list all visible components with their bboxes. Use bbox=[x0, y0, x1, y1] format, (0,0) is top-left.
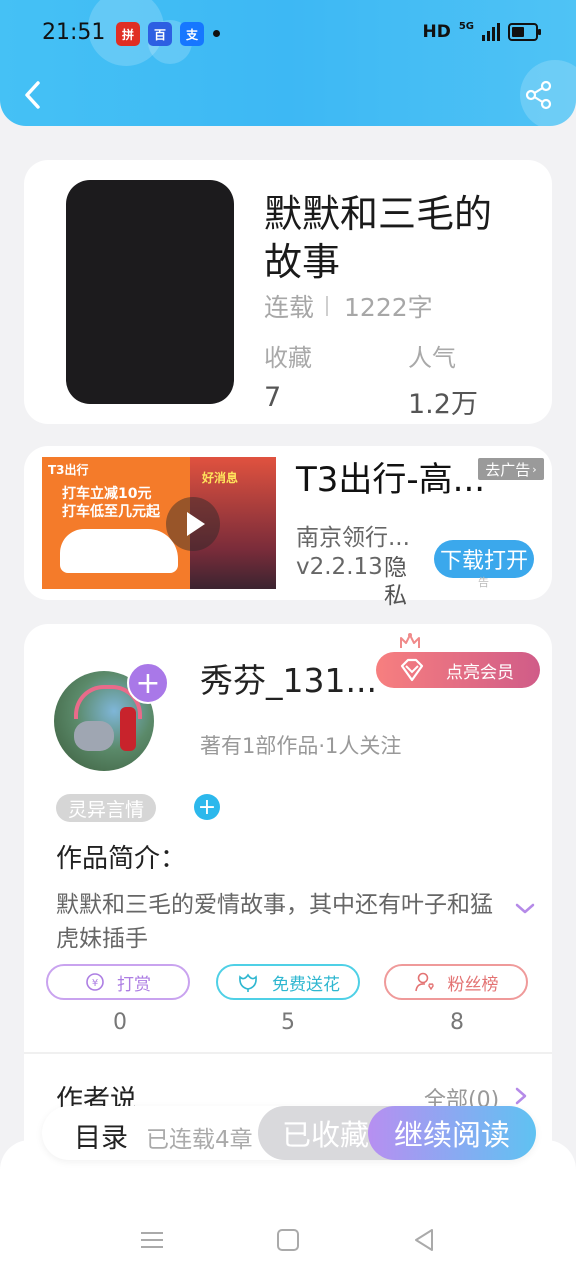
popularity-label: 人气 bbox=[408, 344, 456, 372]
ad-title[interactable]: T3出行-高... bbox=[296, 452, 485, 501]
send-flower-button[interactable]: 免费送花 bbox=[216, 964, 360, 1000]
flower-icon bbox=[239, 973, 257, 992]
alipay-app-icon: 支 bbox=[180, 22, 204, 46]
book-cover[interactable] bbox=[66, 180, 234, 404]
back-nav-icon[interactable] bbox=[410, 1226, 438, 1254]
popularity-value: 1.2万 bbox=[408, 389, 478, 420]
remove-ad-label: 去广告 bbox=[485, 460, 531, 479]
chevron-down-icon[interactable] bbox=[512, 898, 538, 918]
status-right: HD 5G bbox=[422, 21, 541, 42]
fan-user-icon bbox=[414, 972, 434, 992]
status-app-icons: 拼 百 支 bbox=[116, 22, 204, 46]
hd-indicator: HD bbox=[422, 22, 451, 42]
ad-news: 好消息 bbox=[202, 471, 239, 485]
intro-label: 作品简介： bbox=[56, 844, 187, 874]
remove-ad-button[interactable]: 去广告 › bbox=[478, 458, 544, 480]
favorites-value: 7 bbox=[264, 382, 282, 413]
genre-tag[interactable]: 灵异言情 bbox=[56, 794, 157, 822]
book-title: 默默和三毛的故事 bbox=[264, 192, 493, 284]
header bbox=[0, 0, 576, 126]
tip-button[interactable]: ¥ 打赏 bbox=[46, 964, 190, 1000]
add-tag-button[interactable]: + bbox=[194, 794, 220, 820]
author-stats: 著有1部作品·1人关注 bbox=[200, 734, 402, 758]
share-icon[interactable] bbox=[524, 80, 554, 110]
ad-promo-line2: 打车低至几元起 bbox=[62, 504, 160, 520]
ad-company: 南京领行... bbox=[296, 525, 410, 551]
back-icon[interactable] bbox=[18, 78, 48, 112]
car-image bbox=[60, 529, 178, 573]
ad-version: v2.2.13 bbox=[296, 554, 383, 580]
diamond-icon bbox=[400, 658, 424, 682]
continue-reading-button[interactable]: 继续阅读 bbox=[368, 1106, 536, 1160]
menu-icon[interactable] bbox=[138, 1226, 166, 1254]
ad-label-small: 告 bbox=[478, 576, 489, 589]
chevron-right-icon: › bbox=[532, 462, 537, 476]
signal-icon bbox=[482, 23, 500, 41]
author-name[interactable]: 秀芬_131... bbox=[200, 654, 377, 702]
chevron-right-icon[interactable] bbox=[514, 1086, 528, 1106]
tip-label: 打赏 bbox=[117, 974, 151, 995]
avatar-person bbox=[120, 707, 136, 751]
send-flower-label: 免费送花 bbox=[272, 974, 340, 995]
home-icon[interactable] bbox=[274, 1226, 302, 1254]
fan-rank-button[interactable]: 粉丝榜 bbox=[384, 964, 528, 1000]
serial-status: 连载 bbox=[264, 293, 315, 322]
status-time: 21:51 bbox=[42, 20, 106, 45]
svg-text:¥: ¥ bbox=[92, 978, 98, 989]
divider bbox=[326, 296, 329, 316]
ad-video-thumbnail[interactable]: T3出行 打车立减10元 打车低至几元起 好消息 bbox=[42, 457, 276, 589]
follow-plus-button[interactable]: + bbox=[127, 662, 169, 704]
play-icon[interactable] bbox=[166, 497, 220, 551]
intro-text: 默默和三毛的爱情故事，其中还有叶子和猛虎妹插手 bbox=[56, 892, 493, 952]
word-count: 1222字 bbox=[344, 293, 433, 322]
table-of-contents-button[interactable]: 目录 bbox=[74, 1116, 128, 1155]
ad-privacy-link[interactable]: 隐私 bbox=[384, 554, 410, 610]
system-nav-area bbox=[0, 1140, 576, 1280]
serial-chapter-status: 已连载4章 bbox=[146, 1127, 253, 1153]
favorites-label: 收藏 bbox=[264, 344, 312, 372]
baidu-app-icon: 百 bbox=[148, 22, 172, 46]
avatar-figure bbox=[74, 721, 114, 751]
fan-count: 8 bbox=[450, 1010, 464, 1035]
battery-icon bbox=[508, 23, 541, 41]
crown-icon bbox=[400, 633, 420, 648]
ad-download-button[interactable]: 下载打开 bbox=[434, 540, 534, 578]
yuan-coin-icon: ¥ bbox=[86, 973, 104, 991]
tip-count: 0 bbox=[113, 1010, 127, 1035]
book-status-line: 连载 1222字 bbox=[264, 288, 433, 324]
network-type: 5G bbox=[458, 21, 474, 32]
pdd-app-icon: 拼 bbox=[116, 22, 140, 46]
notification-dot-icon bbox=[213, 30, 220, 37]
ad-brand: T3出行 bbox=[48, 463, 89, 477]
fan-rank-label: 粉丝榜 bbox=[447, 974, 499, 995]
flower-count: 5 bbox=[281, 1010, 295, 1035]
ad-promo-line1: 打车立减10元 bbox=[62, 486, 152, 502]
divider bbox=[24, 1052, 552, 1054]
